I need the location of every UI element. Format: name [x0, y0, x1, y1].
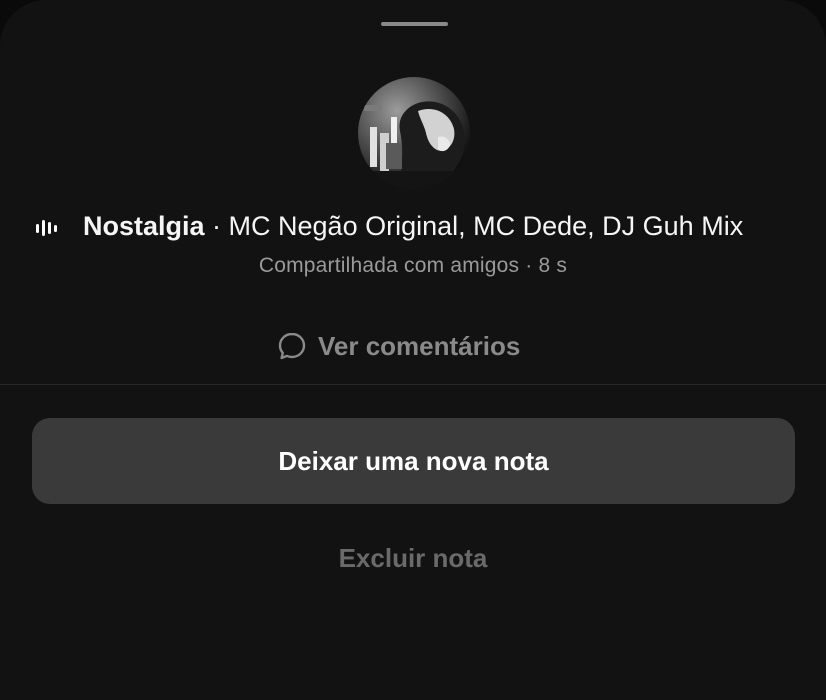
song-info: Nostalgia · MC Negão Original, MC Dede, …: [83, 211, 743, 242]
sheet-drag-handle[interactable]: [381, 22, 448, 26]
song-row[interactable]: Nostalgia · MC Negão Original, MC Dede, …: [0, 205, 826, 249]
new-note-button[interactable]: Deixar uma nova nota: [32, 418, 795, 504]
view-comments-label: Ver comentários: [318, 330, 521, 361]
shared-info: Compartilhada com amigos · 8 s: [258, 254, 568, 277]
song-separator: ·: [204, 211, 229, 241]
delete-note-button[interactable]: Excluir nota: [0, 538, 826, 578]
song-artists: MC Negão Original, MC Dede, DJ Guh Mix: [228, 211, 744, 241]
avatar[interactable]: [358, 77, 470, 189]
song-title: Nostalgia: [83, 211, 205, 241]
view-comments-button[interactable]: Ver comentários: [276, 326, 520, 366]
marquee-fade: [774, 205, 826, 249]
comment-bubble-icon: [278, 332, 306, 360]
bottom-sheet: Nostalgia · MC Negão Original, MC Dede, …: [0, 0, 826, 700]
avatar-image: [358, 77, 470, 189]
divider: [0, 384, 826, 385]
audio-bars-icon: [36, 220, 57, 236]
